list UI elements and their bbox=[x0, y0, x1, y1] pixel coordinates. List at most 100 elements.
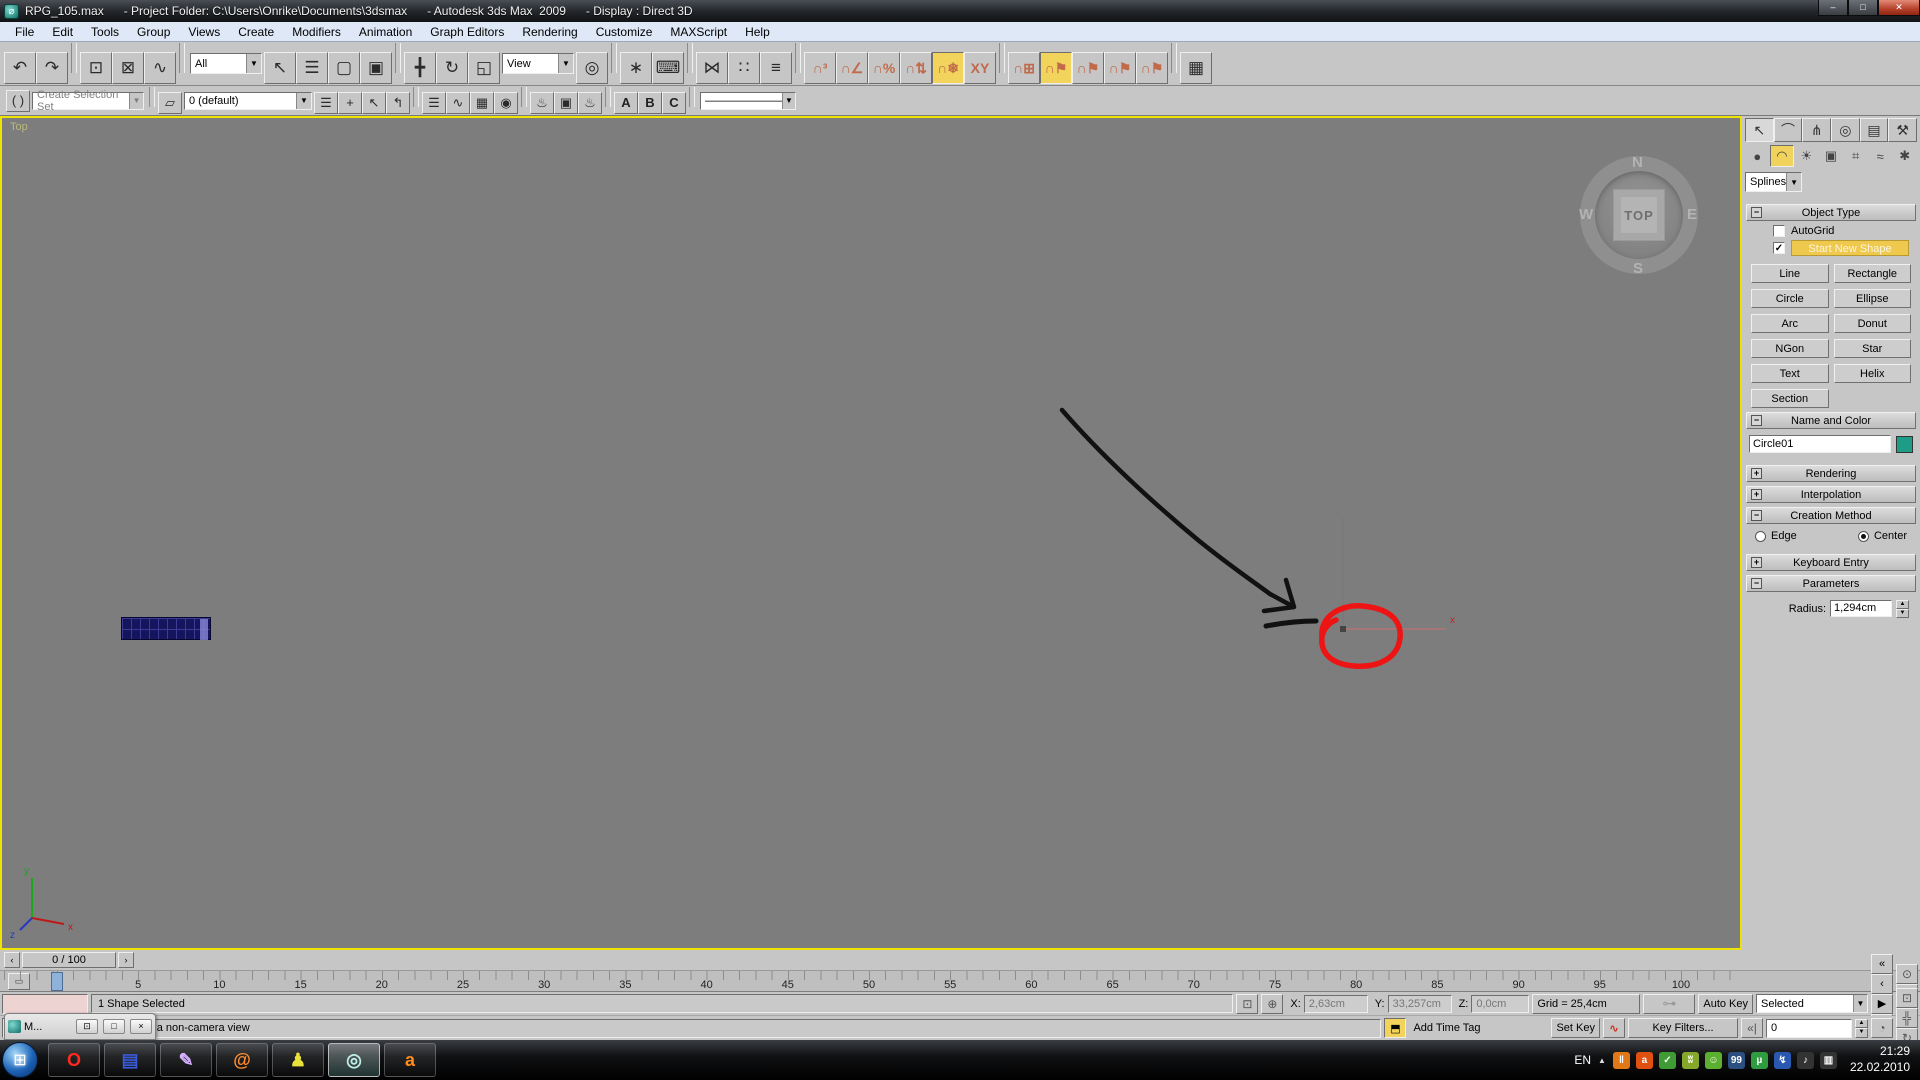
track-bar[interactable]: ▭ 05101520253035404550556065707580859095… bbox=[0, 970, 1920, 992]
cat-lights[interactable]: ☀ bbox=[1794, 145, 1819, 167]
select-scale-icon[interactable]: ◱ bbox=[468, 52, 500, 84]
prev-frame-button[interactable]: ‹ bbox=[1871, 974, 1893, 994]
tray-avast-icon[interactable]: a bbox=[1636, 1052, 1653, 1069]
tray-messenger-icon[interactable]: ☺ bbox=[1705, 1052, 1722, 1069]
start-new-shape-button[interactable]: Start New Shape bbox=[1791, 240, 1909, 256]
rollout-object-type[interactable]: − Object Type bbox=[1746, 204, 1916, 221]
expand-icon[interactable]: + bbox=[1751, 557, 1762, 568]
selection-lock-icon[interactable]: ⊡ bbox=[1236, 994, 1258, 1014]
cat-systems[interactable]: ✱ bbox=[1892, 145, 1917, 167]
align-icon[interactable]: ≡ bbox=[760, 52, 792, 84]
expand-icon[interactable]: + bbox=[1751, 489, 1762, 500]
edit-named-selections-icon[interactable]: ( ) bbox=[6, 90, 30, 112]
tab-modify[interactable]: ⌒ bbox=[1774, 118, 1803, 142]
render-preset-a-button[interactable]: A bbox=[614, 92, 638, 114]
mirror-icon[interactable]: ⋈ bbox=[696, 52, 728, 84]
play-button[interactable]: ▶ bbox=[1871, 994, 1893, 1014]
grid-snap-icon[interactable]: ∩⊞ bbox=[1008, 52, 1040, 84]
tab-hierarchy[interactable]: ⋔ bbox=[1802, 118, 1831, 142]
maximize-button[interactable]: □ bbox=[1848, 0, 1878, 16]
start-button[interactable]: ⊞ bbox=[2, 1042, 38, 1078]
menu-item[interactable]: Animation bbox=[350, 23, 421, 41]
taskbar-3dsmax-button[interactable]: ◎ bbox=[328, 1043, 380, 1077]
mini-blank-button[interactable]: □ bbox=[103, 1019, 125, 1034]
current-frame-field[interactable]: 0 bbox=[1766, 1019, 1852, 1038]
rect-selection-region-icon[interactable]: ▢ bbox=[328, 52, 360, 84]
spinner-snap-icon[interactable]: ∩⇅ bbox=[900, 52, 932, 84]
tab-utilities[interactable]: ⚒ bbox=[1888, 118, 1917, 142]
select-move-icon[interactable]: ╋ bbox=[404, 52, 436, 84]
rollout-name-and-color[interactable]: − Name and Color bbox=[1746, 412, 1916, 429]
menu-item[interactable]: Tools bbox=[82, 23, 128, 41]
shape-circle-button[interactable]: Circle bbox=[1751, 289, 1829, 308]
tray-punto-icon[interactable]: ↯ bbox=[1774, 1052, 1791, 1069]
menu-item[interactable]: Graph Editors bbox=[421, 23, 513, 41]
snap-flag-1-icon[interactable]: ∩⚑ bbox=[1040, 52, 1072, 84]
rollout-rendering[interactable]: + Rendering bbox=[1746, 465, 1916, 482]
time-slider-next[interactable]: › bbox=[118, 952, 134, 968]
object-name-field[interactable]: Circle01 bbox=[1749, 435, 1891, 453]
unlink-selection-icon[interactable]: ⊠ bbox=[112, 52, 144, 84]
shape-ngon-button[interactable]: NGon bbox=[1751, 339, 1829, 358]
chevron-down-icon[interactable]: ▼ bbox=[246, 54, 261, 73]
shape-rectangle-button[interactable]: Rectangle bbox=[1834, 264, 1912, 283]
render-setup-icon[interactable]: ♨ bbox=[530, 92, 554, 114]
menu-item[interactable]: Rendering bbox=[513, 23, 586, 41]
selection-set-dropdown[interactable]: Create Selection Set▼ bbox=[32, 92, 144, 110]
track-slider-handle[interactable] bbox=[51, 972, 63, 991]
spline-type-dropdown[interactable]: Splines▼ bbox=[1745, 172, 1802, 192]
maxscript-mini-listener[interactable] bbox=[2, 994, 88, 1014]
redo-icon[interactable]: ↷ bbox=[36, 52, 68, 84]
minimized-window[interactable]: M... ⊡ □ × bbox=[4, 1013, 156, 1040]
shape-donut-button[interactable]: Donut bbox=[1834, 314, 1912, 333]
axis-constraint-xy-icon[interactable]: XY bbox=[964, 52, 996, 84]
add-time-tag[interactable]: Add Time Tag bbox=[1409, 1018, 1505, 1038]
snap-3d-toggle-icon[interactable]: ∩³ bbox=[804, 52, 836, 84]
time-slider-prev[interactable]: ‹ bbox=[4, 952, 20, 968]
taskbar-mail-button[interactable]: @ bbox=[216, 1043, 268, 1077]
isolate-cube-icon[interactable]: ⬒ bbox=[1384, 1018, 1406, 1038]
taskbar-floppy-button[interactable]: ▤ bbox=[104, 1043, 156, 1077]
absolute-mode-icon[interactable]: ⊕ bbox=[1261, 994, 1283, 1014]
tab-display[interactable]: ▤ bbox=[1860, 118, 1889, 142]
rollout-creation-method[interactable]: − Creation Method bbox=[1746, 507, 1916, 524]
close-button[interactable]: ✕ bbox=[1878, 0, 1920, 16]
frame-spinner[interactable]: ▲▼ bbox=[1855, 1019, 1868, 1038]
menu-item[interactable]: Edit bbox=[43, 23, 82, 41]
create-new-layer-icon[interactable]: ☰ bbox=[314, 92, 338, 114]
viewport-top[interactable]: Top N S W E TOP x y bbox=[0, 116, 1742, 950]
select-manipulate-icon[interactable]: ∗ bbox=[620, 52, 652, 84]
menu-item[interactable]: Modifiers bbox=[283, 23, 350, 41]
taskbar-opera-button[interactable]: O bbox=[48, 1043, 100, 1077]
cat-shapes[interactable]: ◠ bbox=[1770, 145, 1795, 167]
selection-filter-dropdown[interactable]: All▼ bbox=[190, 53, 262, 74]
percent-snap-icon[interactable]: ∩% bbox=[868, 52, 900, 84]
reference-coord-dropdown[interactable]: View▼ bbox=[502, 53, 574, 74]
chevron-down-icon[interactable]: ▼ bbox=[296, 93, 311, 109]
zoom-icon[interactable]: ⊙ bbox=[1896, 964, 1918, 984]
use-pivot-center-icon[interactable]: ◎ bbox=[576, 52, 608, 84]
rectangle-flyout-icon[interactable]: ▱ bbox=[158, 92, 182, 114]
menu-item[interactable]: Group bbox=[128, 23, 179, 41]
chevron-down-icon[interactable]: ▼ bbox=[1786, 173, 1801, 191]
edge-radio[interactable] bbox=[1755, 531, 1766, 542]
curve-editor-icon[interactable]: ∿ bbox=[446, 92, 470, 114]
menu-item[interactable]: Views bbox=[179, 23, 229, 41]
shape-text-button[interactable]: Text bbox=[1751, 364, 1829, 383]
snap-freeze-icon[interactable]: ∩❄ bbox=[932, 52, 964, 84]
collapse-icon[interactable]: − bbox=[1751, 510, 1762, 521]
shape-star-button[interactable]: Star bbox=[1834, 339, 1912, 358]
tray-butterfly-icon[interactable]: ʬ bbox=[1682, 1052, 1699, 1069]
taskbar-avast-button[interactable]: a bbox=[384, 1043, 436, 1077]
tray-utorrent-icon[interactable]: µ bbox=[1751, 1052, 1768, 1069]
menu-item[interactable]: Customize bbox=[587, 23, 662, 41]
render-preset-b-button[interactable]: B bbox=[638, 92, 662, 114]
z-coordinate-field[interactable]: 0,0cm bbox=[1471, 995, 1529, 1013]
region-zoom-icon[interactable]: ⊡ bbox=[1896, 988, 1918, 1008]
autogrid-checkbox[interactable] bbox=[1773, 225, 1785, 237]
tray-expand-icon[interactable]: ▲ bbox=[1598, 1056, 1606, 1065]
key-mode-toggle-icon[interactable]: «| bbox=[1741, 1018, 1763, 1038]
snap-flag-3-icon[interactable]: ∩⚑ bbox=[1104, 52, 1136, 84]
menu-item[interactable]: File bbox=[6, 23, 43, 41]
stairs-array-icon[interactable]: ▦ bbox=[1180, 52, 1212, 84]
